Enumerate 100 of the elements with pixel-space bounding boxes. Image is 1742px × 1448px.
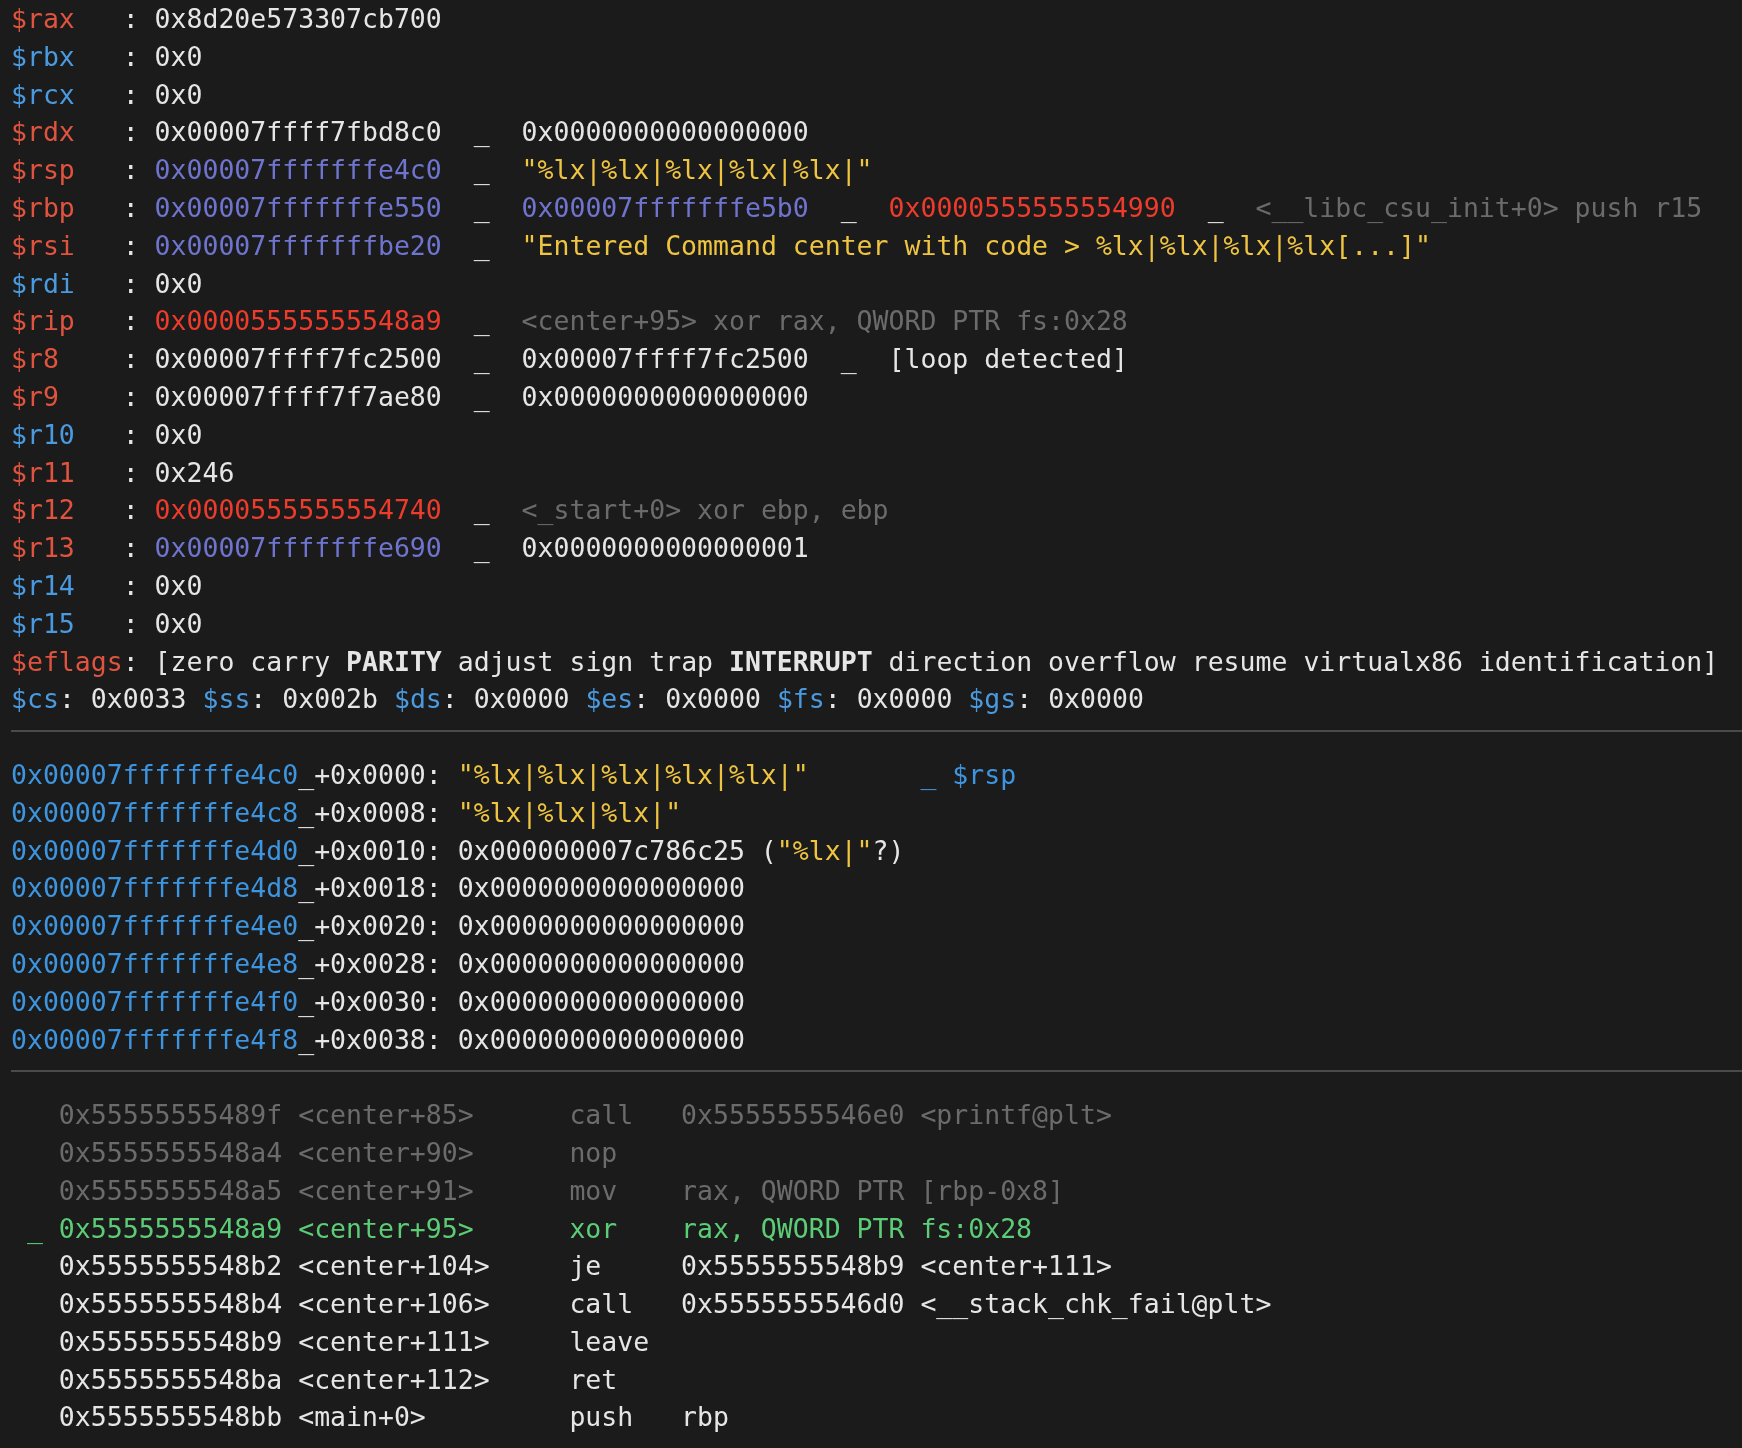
instruction-operands: 0x5555555548b9 <center+111>	[681, 1249, 1112, 1284]
register-value: 0x0000555555554740	[154, 493, 442, 528]
instruction-address: 0x5555555548b2	[58, 1249, 284, 1284]
segment-name: $fs	[776, 682, 825, 717]
register-colon: :	[122, 191, 139, 225]
register-value: 0x0	[154, 266, 203, 301]
register-name: $r14	[11, 568, 76, 603]
register-value: 0x00007ffff7fc2500	[154, 342, 442, 377]
segment-name: $ss	[202, 682, 251, 717]
segment-name: $cs	[11, 682, 59, 717]
register-name: $eflags	[11, 644, 123, 679]
register-value: 0x0	[154, 606, 203, 641]
instruction-mnemonic: call	[569, 1098, 635, 1133]
register-value: 0x00007fffffffe550	[154, 191, 442, 225]
register-colon: :	[122, 266, 139, 301]
pointer-arrow: _	[1207, 191, 1224, 225]
register-colon: :	[122, 531, 139, 566]
pointer-arrow: _	[473, 304, 490, 339]
register-colon: :	[122, 39, 139, 74]
register-name: $rdi	[11, 266, 76, 301]
register-name: $rbp	[11, 191, 76, 225]
register-colon: :	[122, 153, 139, 188]
stack-address: 0x00007fffffffe4d0	[11, 833, 299, 868]
register-value: "%lx|%lx|%lx|%lx|%lx|"	[521, 153, 873, 188]
segment-value: : 0x0000	[633, 682, 761, 717]
register-colon: :	[122, 606, 139, 641]
register-value: 0x246	[154, 455, 235, 490]
stack-offset: _+0x0010:	[298, 833, 442, 868]
stack-value: 0x000000007c786c25 (	[457, 833, 777, 868]
segment-value: : 0x0000	[441, 682, 570, 717]
stack-value: 0x0000000000000000	[457, 871, 745, 906]
register-name: $r15	[11, 606, 76, 641]
register-colon: :	[122, 228, 139, 263]
register-colon: :	[122, 455, 139, 490]
instruction-symbol: <center+104>	[298, 1249, 491, 1284]
instruction-symbol: <center+85>	[298, 1098, 475, 1133]
register-name: $r10	[11, 417, 76, 452]
flag-name: virtualx86	[1303, 644, 1463, 679]
stack-offset: _+0x0038:	[298, 1022, 442, 1057]
flag-name: INTERRUPT	[729, 644, 873, 679]
stack-address: 0x00007fffffffe4f0	[11, 984, 299, 1019]
register-name: $r9	[11, 379, 60, 414]
instruction-address: 0x5555555548a5	[58, 1173, 284, 1208]
register-value: 0x00007fffffffbe20	[154, 228, 442, 263]
instruction-mnemonic: je	[569, 1249, 603, 1284]
current-marker: _	[26, 1211, 44, 1246]
register-colon: :	[122, 417, 139, 452]
register-colon: :	[122, 115, 139, 150]
stack-address: 0x00007fffffffe4e8	[11, 946, 299, 981]
register-name: $r12	[11, 493, 76, 528]
pointer-arrow: _	[473, 153, 490, 188]
flag-name: adjust	[457, 644, 554, 679]
register-value: 0x00007ffff7fc2500	[521, 342, 809, 377]
register-value: 0x00007fffffffe5b0	[521, 191, 809, 225]
register-name: $rcx	[11, 77, 76, 112]
instruction-symbol: <main+0>	[298, 1400, 427, 1435]
stack-offset: _+0x0018:	[298, 871, 442, 906]
instruction-operands: 0x5555555546d0 <__stack_chk_fail@plt>	[681, 1287, 1272, 1322]
instruction-address: 0x5555555548a9	[58, 1211, 284, 1246]
register-value: 0x00007ffff7f7ae80	[154, 379, 442, 414]
pointer-arrow: _	[473, 342, 490, 377]
pointer-arrow: _	[840, 191, 857, 225]
register-value: 0x8d20e573307cb700	[154, 2, 442, 36]
register-colon: :	[122, 644, 139, 679]
register-value: 0x0000555555554990	[888, 191, 1176, 225]
instruction-symbol: <center+95>	[298, 1211, 475, 1246]
stack-address: 0x00007fffffffe4e0	[11, 909, 299, 944]
register-value: 0x0000000000000000	[521, 379, 809, 414]
flag-name: trap	[649, 644, 714, 679]
register-colon: :	[122, 379, 139, 414]
pointer-arrow: _	[473, 531, 490, 566]
stack-comment: _ $rsp	[920, 757, 1017, 792]
register-value: 0x00007fffffffe4c0	[154, 153, 442, 188]
register-value: "Entered Command center with code > %lx|%lx|%lx|%lx[...]"	[521, 228, 1431, 264]
register-value: 0x0	[154, 417, 203, 452]
register-colon: :	[122, 77, 139, 112]
register-colon: :	[122, 342, 139, 377]
pointer-arrow: _	[473, 493, 490, 528]
register-colon: :	[122, 493, 139, 528]
register-colon: :	[122, 304, 139, 339]
stack-address: 0x00007fffffffe4c8	[11, 795, 299, 830]
stack-address: 0x00007fffffffe4c0	[11, 757, 299, 792]
flag-name: sign	[569, 644, 634, 679]
register-name: $rbx	[11, 39, 76, 74]
segment-name: $es	[585, 682, 634, 717]
stack-offset: _+0x0030:	[298, 984, 442, 1019]
stack-offset: _+0x0000:	[298, 757, 442, 792]
stack-value: 0x0000000000000000	[457, 946, 745, 981]
register-colon: :	[122, 2, 139, 36]
instruction-operands: rbp	[681, 1400, 729, 1435]
flag-name: carry	[250, 644, 331, 679]
instruction-address: 0x5555555548a4	[58, 1135, 284, 1170]
instruction-address: 0x55555555489f	[58, 1098, 284, 1133]
instruction-operands: rax, QWORD PTR [rbp-0x8]	[681, 1173, 1064, 1208]
stack-value: 0x0000000000000000	[457, 1022, 745, 1057]
flag-name: identification]	[1478, 644, 1719, 679]
instruction-address: 0x5555555548bb	[58, 1400, 284, 1435]
instruction-symbol: <center+112>	[298, 1362, 491, 1397]
segment-name: $gs	[968, 682, 1017, 717]
register-colon: :	[122, 568, 139, 603]
